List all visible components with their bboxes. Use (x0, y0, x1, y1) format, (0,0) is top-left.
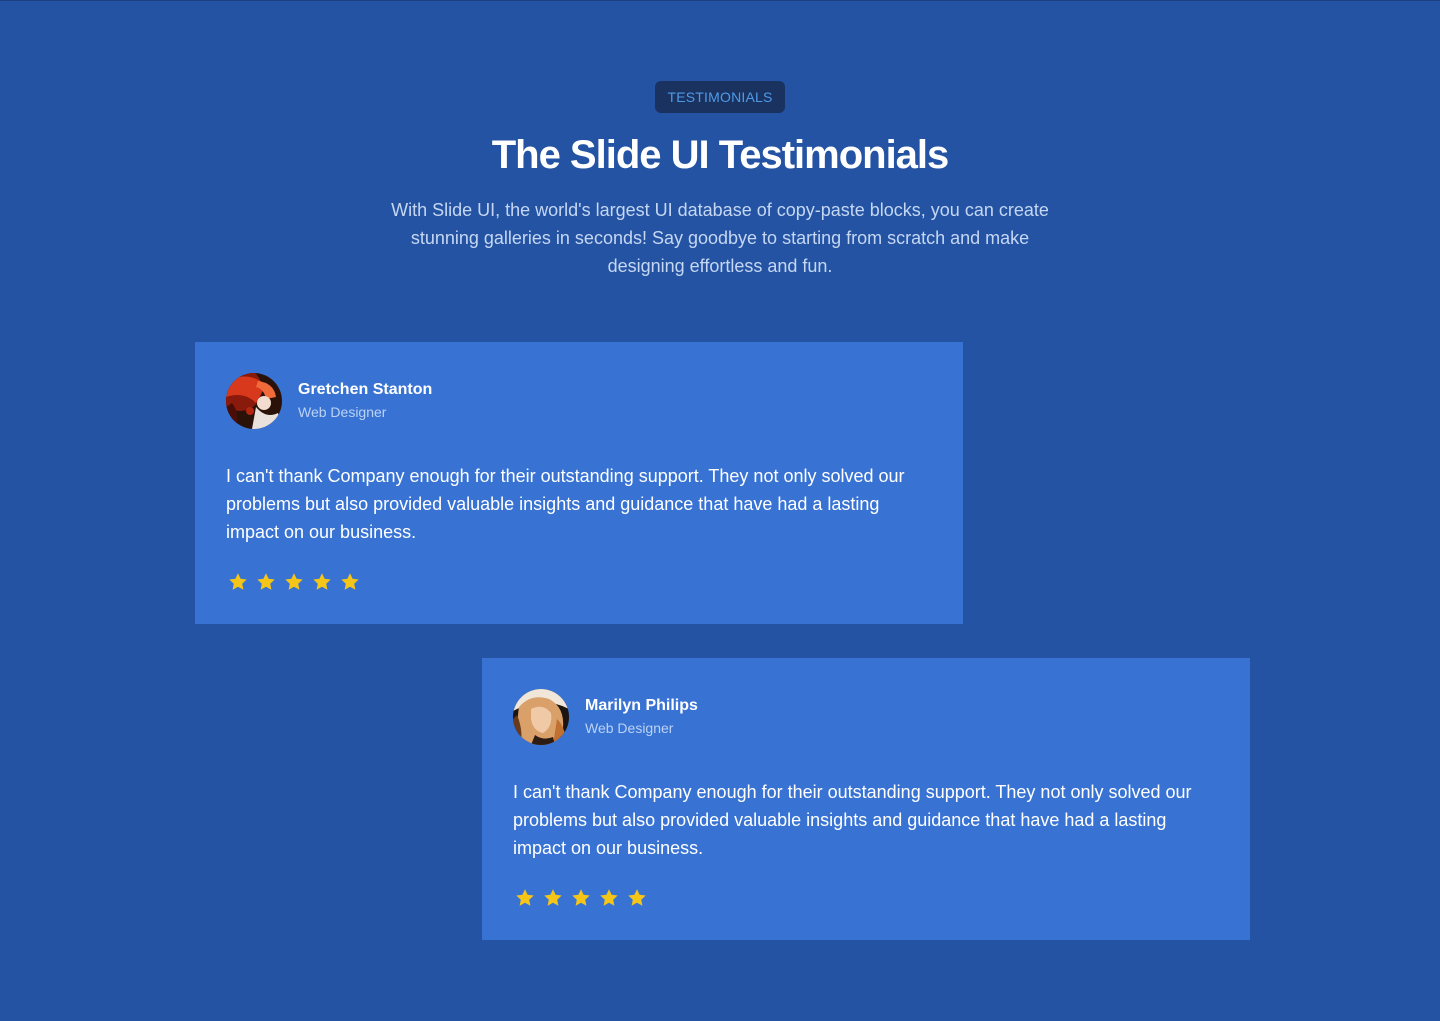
star-icon (257, 573, 275, 590)
star-icon (285, 573, 303, 590)
testimonial-author: Gretchen Stanton Web Designer (226, 373, 932, 429)
testimonial-author: Marilyn Philips Web Designer (513, 689, 1219, 745)
author-name: Gretchen Stanton (298, 381, 433, 398)
testimonial-quote: I can't thank Company enough for their o… (226, 466, 905, 542)
author-role: Web Designer (298, 404, 387, 420)
author-role: Web Designer (585, 720, 674, 736)
testimonial-card: Marilyn Philips Web Designer I can't tha… (482, 658, 1250, 940)
section-title: The Slide UI Testimonials (491, 133, 950, 177)
star-icon (572, 889, 590, 906)
avatar (513, 689, 569, 745)
author-name: Marilyn Philips (585, 697, 698, 714)
author-meta: Gretchen Stanton Web Designer (298, 379, 432, 423)
top-border (0, 0, 1440, 1)
author-meta: Marilyn Philips Web Designer (585, 695, 698, 739)
section-header: TESTIMONIALS The Slide UI Testimonials W… (0, 81, 1440, 280)
avatar (226, 373, 282, 429)
star-icon (341, 573, 359, 590)
star-icon (544, 889, 562, 906)
star-icon (628, 889, 646, 906)
star-rating (513, 886, 1219, 910)
testimonial-quote: I can't thank Company enough for their o… (513, 782, 1192, 858)
star-rating (226, 570, 932, 594)
section-badge: TESTIMONIALS (655, 81, 785, 113)
star-icon (313, 573, 331, 590)
testimonial-card: Gretchen Stanton Web Designer I can't th… (195, 342, 963, 624)
star-icon (600, 889, 618, 906)
star-icon (516, 889, 534, 906)
section-subtitle: With Slide UI, the world's largest UI da… (391, 200, 1049, 276)
star-icon (229, 573, 247, 590)
